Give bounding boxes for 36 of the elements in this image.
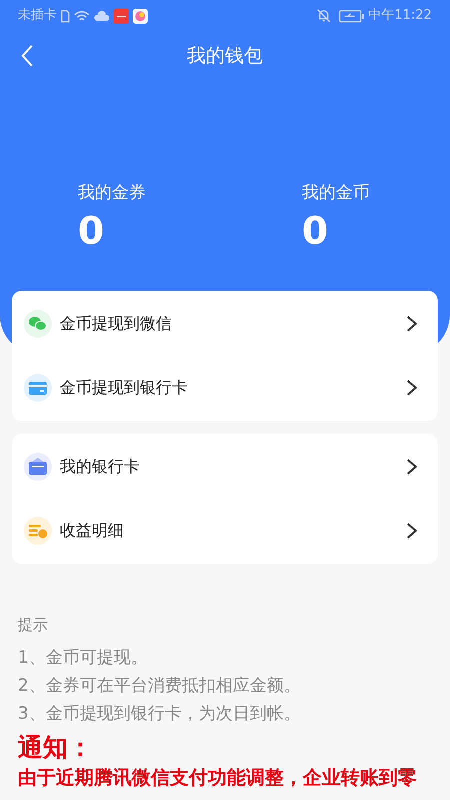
chevron-right-icon — [406, 314, 418, 332]
card-icon — [24, 374, 52, 402]
stat-label: 我的金币 — [302, 182, 370, 205]
stat-value: 0 — [302, 208, 328, 254]
notice-text: 由于近期腾讯微信支付功能调整，企业转账到零 — [18, 766, 418, 790]
coins-icon — [24, 516, 52, 544]
battery-icon — [338, 10, 365, 22]
cloud-icon — [94, 10, 110, 22]
chevron-right-icon — [406, 458, 418, 476]
menu-label: 金币提现到银行卡 — [60, 376, 189, 398]
sim-icon — [61, 10, 70, 22]
chat-bubbles-icon — [24, 310, 52, 338]
carrier-text: 未插卡 — [18, 7, 57, 26]
stat-label: 我的金券 — [78, 182, 146, 205]
menu-row[interactable]: 我的银行卡 — [12, 434, 438, 498]
clock-text: 中午11:22 — [368, 7, 432, 26]
menu-label: 我的银行卡 — [60, 456, 141, 478]
tip-line: 2、金券可在平台消费抵扣相应金额。 — [18, 675, 302, 698]
menu-row[interactable]: 收益明细 — [12, 498, 438, 562]
wifi-icon — [74, 10, 90, 22]
chevron-right-icon — [406, 522, 418, 540]
page-title: 我的钱包 — [187, 44, 263, 69]
tips-title: 提示 — [18, 614, 49, 636]
menu-label: 金币提现到微信 — [60, 312, 173, 334]
tip-line: 1、金币可提现。 — [18, 647, 149, 670]
app-icon — [114, 8, 129, 24]
app-icon — [133, 8, 148, 24]
menu-row[interactable]: 金币提现到微信 — [12, 292, 438, 356]
notice-title: 通知： — [18, 732, 94, 764]
tip-line: 3、金币提现到银行卡，为次日到帐。 — [18, 703, 302, 726]
chevron-right-icon — [406, 378, 418, 396]
wallet-icon — [24, 452, 52, 480]
bell-off-icon — [316, 9, 331, 23]
menu-label: 收益明细 — [60, 520, 125, 542]
menu-row[interactable]: 金币提现到银行卡 — [12, 356, 438, 420]
stat-value: 0 — [78, 208, 104, 254]
